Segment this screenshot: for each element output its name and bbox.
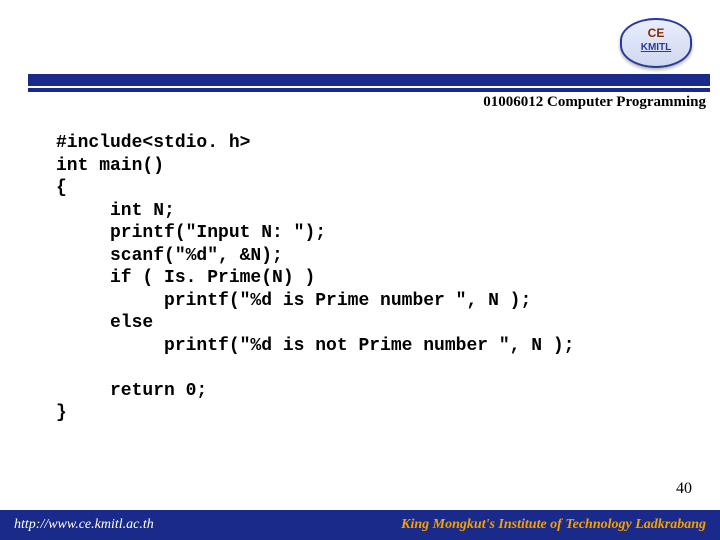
logo-oval: CE KMITL	[620, 18, 692, 68]
code-block: #include<stdio. h> int main() { int N; p…	[56, 132, 700, 425]
footer-url: http://www.ce.kmitl.ac.th	[14, 517, 154, 533]
footer-bar: http://www.ce.kmitl.ac.th King Mongkut's…	[0, 510, 720, 540]
logo-text-ce: CE	[622, 26, 690, 40]
logo: CE KMITL	[620, 18, 690, 66]
logo-text-kmitl: KMITL	[622, 42, 690, 53]
page-number: 40	[676, 480, 692, 498]
header-bar-thick	[28, 74, 710, 86]
header-bar-thin	[28, 88, 710, 92]
footer-institute: King Mongkut's Institute of Technology L…	[401, 517, 706, 533]
course-title: 01006012 Computer Programming	[483, 94, 706, 111]
